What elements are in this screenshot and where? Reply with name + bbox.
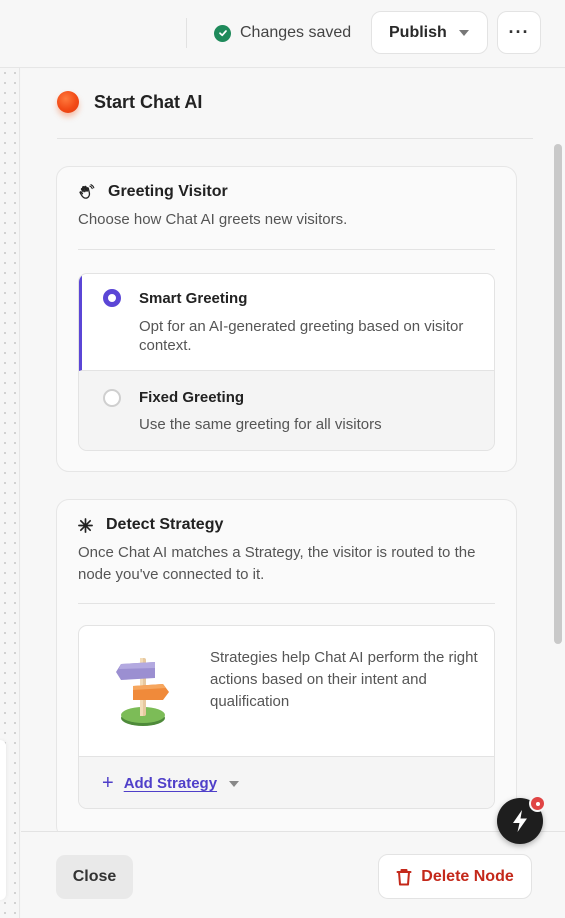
strategy-card-description: Once Chat AI matches a Strategy, the vis… — [78, 544, 476, 583]
node-header: Start Chat AI — [57, 91, 202, 113]
check-circle-icon — [214, 24, 231, 42]
option-fixed-greeting[interactable]: Fixed Greeting Use the same greeting for… — [79, 371, 494, 450]
option-title: Fixed Greeting — [139, 389, 245, 406]
strategy-card-header: Detect Strategy — [78, 516, 223, 534]
option-title: Smart Greeting — [139, 290, 248, 307]
greeting-options: Smart Greeting Opt for an AI-generated g… — [78, 273, 495, 451]
save-status-text: Changes saved — [240, 24, 352, 41]
canvas-node-edge — [0, 740, 6, 900]
greeting-card-description: Choose how Chat AI greets new visitors. — [78, 211, 348, 228]
delete-node-button[interactable]: Delete Node — [378, 854, 532, 899]
toolbar-divider — [186, 18, 187, 48]
top-bar: Changes saved Publish ··· — [0, 0, 565, 68]
radio-selected[interactable] — [103, 289, 121, 307]
publish-button[interactable]: Publish — [371, 11, 488, 54]
save-status: Changes saved — [214, 22, 351, 44]
delete-node-label: Delete Node — [421, 867, 514, 885]
lightning-bolt-icon — [513, 810, 527, 832]
add-strategy-label: Add Strategy — [123, 775, 218, 792]
signpost-illustration-icon — [116, 658, 169, 726]
caret-down-icon — [458, 29, 469, 36]
node-title: Start Chat AI — [94, 91, 203, 112]
greeting-card-header: Greeting Visitor — [78, 183, 228, 201]
strategy-help-text: Strategies help Chat AI perform the righ… — [210, 649, 478, 710]
waving-hand-icon — [79, 183, 95, 199]
greeting-card-divider — [78, 249, 495, 250]
strategy-empty-state: Strategies help Chat AI perform the righ… — [78, 625, 495, 809]
radio-unselected[interactable] — [103, 389, 121, 407]
node-settings-panel: Start Chat AI Greeting Visitor Choose ho… — [21, 69, 565, 918]
greeting-card-title: Greeting Visitor — [108, 183, 228, 200]
strategy-card: Detect Strategy Once Chat AI matches a S… — [56, 499, 517, 839]
caret-down-icon — [229, 780, 240, 787]
panel-footer: Close Delete Node — [21, 831, 565, 918]
strategy-footer: + Add Strategy — [79, 756, 494, 808]
notification-badge — [529, 795, 546, 812]
plus-icon: + — [102, 772, 114, 794]
more-options-button[interactable]: ··· — [497, 11, 541, 54]
panel-scrollbar[interactable] — [554, 144, 562, 644]
option-description: Use the same greeting for all visitors — [139, 416, 382, 433]
strategy-card-title: Detect Strategy — [106, 516, 224, 533]
add-strategy-button[interactable]: + Add Strategy — [102, 772, 240, 795]
trash-icon — [396, 868, 412, 885]
strategy-card-divider — [78, 603, 495, 604]
chat-ai-orb-icon — [57, 91, 79, 113]
sparkle-asterisk-icon — [78, 517, 93, 533]
option-description: Opt for an AI-generated greeting based o… — [139, 318, 464, 354]
close-label: Close — [72, 868, 117, 885]
ellipsis-icon: ··· — [508, 22, 530, 42]
option-smart-greeting[interactable]: Smart Greeting Opt for an AI-generated g… — [79, 274, 494, 371]
greeting-card: Greeting Visitor Choose how Chat AI gree… — [56, 166, 517, 472]
publish-label: Publish — [389, 23, 447, 41]
close-button[interactable]: Close — [56, 855, 133, 899]
header-divider — [57, 138, 533, 139]
